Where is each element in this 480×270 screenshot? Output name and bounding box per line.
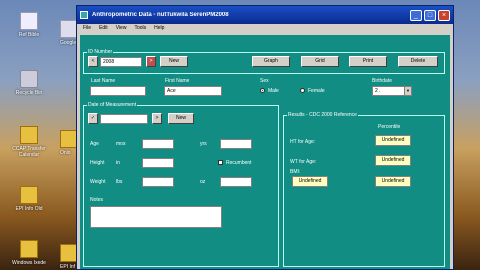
- weight-unit-label: lbs: [116, 179, 123, 185]
- menu-view[interactable]: View: [116, 25, 127, 31]
- measure-prev-button[interactable]: ✓: [88, 113, 98, 124]
- menu-bar: File Edit View Tools Help: [77, 24, 453, 32]
- id-new-button[interactable]: New: [160, 56, 188, 67]
- ounces-label: oz: [200, 179, 206, 185]
- results-group: Results - CDC 2000 Reference: [283, 112, 445, 267]
- notes-label: Notes: [90, 197, 104, 203]
- maximize-button[interactable]: □: [424, 9, 436, 21]
- menu-file[interactable]: File: [83, 25, 91, 31]
- bmi-percentile-result: Undefined: [375, 176, 411, 187]
- years-label: yrs: [200, 141, 207, 147]
- menu-help[interactable]: Help: [154, 25, 164, 31]
- last-name-label: Last Name: [91, 78, 116, 84]
- female-label: Female: [308, 88, 325, 94]
- folder-icon: [20, 186, 38, 204]
- desktop-icon-windows[interactable]: Windows Ixede: [4, 240, 54, 266]
- bmi-value: Undefined: [292, 176, 328, 187]
- desktop-icon-label: Ref Bible: [18, 32, 40, 38]
- bmi-label: BMI:: [290, 169, 301, 175]
- percentile-label: Percentile: [378, 124, 401, 130]
- recumbent-label: Recumbent: [226, 160, 252, 166]
- id-number-input[interactable]: 2008: [100, 57, 142, 67]
- age-label: Age: [90, 141, 99, 147]
- close-button[interactable]: ×: [438, 9, 450, 21]
- desktop-icon-label: EPI Inf: [60, 264, 76, 270]
- last-name-input[interactable]: [90, 86, 146, 96]
- menu-edit[interactable]: Edit: [99, 25, 108, 31]
- height-unit-label: in: [116, 160, 120, 166]
- age-years-input[interactable]: [220, 139, 252, 149]
- weight-oz-input[interactable]: [220, 177, 252, 187]
- document-icon: [20, 12, 38, 30]
- female-radio[interactable]: [300, 88, 305, 93]
- measure-next-button[interactable]: >: [152, 113, 162, 124]
- print-button[interactable]: Print: [349, 56, 387, 67]
- measure-new-button[interactable]: New: [168, 113, 194, 124]
- desktop-icon-label: EPI Info Old: [15, 206, 43, 212]
- id-next-button[interactable]: >: [146, 56, 156, 67]
- delete-button[interactable]: Delete: [398, 56, 438, 67]
- chevron-down-icon[interactable]: ▼: [404, 87, 411, 95]
- ht-age-label: HT for Age:: [290, 139, 316, 145]
- app-window: Anthropometric Data - nutTukwila SerenPM…: [76, 5, 454, 270]
- grid-button[interactable]: Grid: [301, 56, 339, 67]
- desktop-icon-label: Onlo: [60, 150, 71, 156]
- desktop-icon-label: Windows Ixede: [12, 260, 46, 266]
- age-months-input[interactable]: [142, 139, 174, 149]
- weight-lbs-input[interactable]: [142, 177, 174, 187]
- age-unit-label: mos: [116, 141, 126, 147]
- folder-icon: [20, 240, 38, 258]
- measurement-date-input[interactable]: [100, 114, 148, 124]
- birthdate-input[interactable]: 2 . ▼: [372, 86, 412, 96]
- graph-button[interactable]: Graph: [252, 56, 290, 67]
- height-label: Height: [90, 160, 105, 166]
- recycle-bin-icon: [20, 70, 38, 88]
- recumbent-checkbox[interactable]: [218, 160, 223, 165]
- first-name-input[interactable]: Ace: [164, 86, 222, 96]
- sex-label: Sex: [260, 78, 269, 84]
- height-input[interactable]: [142, 158, 174, 168]
- desktop-icon-ref-bible[interactable]: Ref Bible: [4, 12, 54, 38]
- desktop-icon-label: Recycle Bin: [15, 90, 43, 96]
- wt-age-result: Undefined: [375, 155, 411, 166]
- desktop-icon-ccap[interactable]: CCAP Transfer Calendar: [4, 126, 54, 158]
- birthdate-value: 2 .: [375, 88, 381, 94]
- id-number-legend: ID Number: [87, 49, 114, 55]
- male-radio[interactable]: [260, 88, 265, 93]
- birthdate-label: Birthdate: [372, 78, 393, 84]
- notes-textarea[interactable]: [90, 206, 222, 228]
- desktop-icon-epi-info-old[interactable]: EPI Info Old: [4, 186, 54, 212]
- measurement-legend: Date of Measurement: [87, 102, 138, 108]
- app-icon: [80, 11, 88, 19]
- id-prev-button[interactable]: <: [88, 56, 98, 67]
- results-legend: Results - CDC 2000 Reference: [287, 112, 358, 118]
- wt-age-label: WT for Age:: [290, 159, 317, 165]
- menu-tools[interactable]: Tools: [134, 25, 146, 31]
- ht-age-result: Undefined: [375, 135, 411, 146]
- window-title: Anthropometric Data - nutTukwila SerenPM…: [92, 12, 229, 18]
- weight-label: Weight: [90, 179, 106, 185]
- desktop-icon-label: Google: [60, 40, 77, 46]
- desktop-icon-recycle-bin[interactable]: Recycle Bin: [4, 70, 54, 96]
- title-bar[interactable]: Anthropometric Data - nutTukwila SerenPM…: [77, 6, 453, 24]
- folder-icon: [20, 126, 38, 144]
- desktop-icon-label: CCAP Transfer Calendar: [12, 146, 46, 158]
- minimize-button[interactable]: _: [410, 9, 422, 21]
- form-client-area: ID Number < 2008 > New Graph Grid Print …: [80, 35, 450, 269]
- first-name-label: First Name: [165, 78, 190, 84]
- male-label: Male: [268, 88, 279, 94]
